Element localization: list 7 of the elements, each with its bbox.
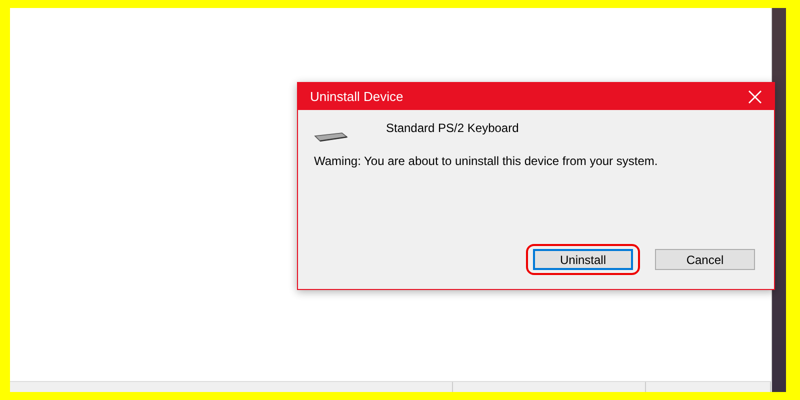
device-name: Standard PS/2 Keyboard <box>386 121 519 135</box>
close-icon[interactable] <box>748 90 762 104</box>
dialog-button[interactable]: Uninstall <box>533 249 633 270</box>
keyboard-icon <box>314 132 348 142</box>
dialog-button[interactable]: Cancel <box>655 249 755 270</box>
warning-message: Waming: You are about to uninstall this device from your system. <box>314 154 659 168</box>
dialog-title: Uninstall Device <box>310 89 404 104</box>
